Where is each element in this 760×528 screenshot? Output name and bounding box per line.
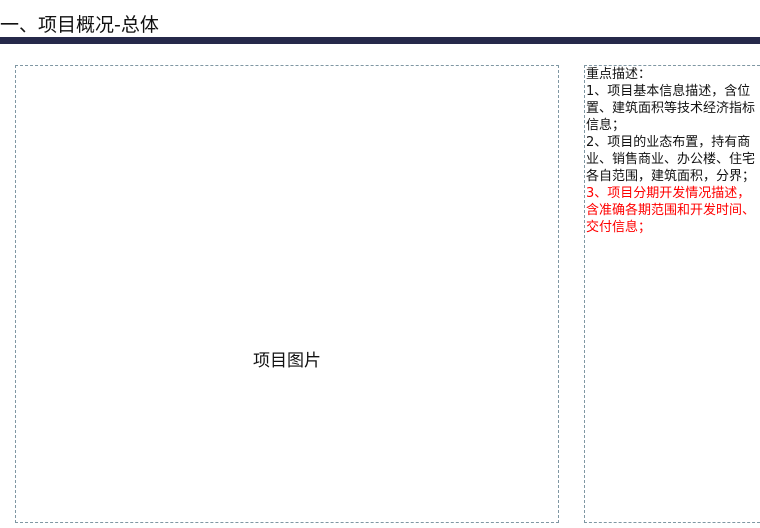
description-item-1: 1、项目基本信息描述，含位置、建筑面积等技术经济指标信息；: [586, 84, 756, 133]
description-item-2: 2、项目的业态布置，持有商业、销售商业、办公楼、住宅各自范围，建筑面积，分界；: [586, 135, 756, 184]
slide: 一、项目概况-总体 项目图片 重点描述： 1、项目基本信息描述，含位置、建筑面积…: [0, 0, 760, 528]
description-item-3: 3、项目分期开发情况描述，含准确各期范围和开发时间、交付信息；: [586, 186, 756, 235]
title-underline-bar: [0, 37, 760, 44]
description-heading: 重点描述：: [586, 67, 652, 82]
image-placeholder-label: 项目图片: [253, 351, 321, 371]
project-image-placeholder: 项目图片: [15, 65, 559, 523]
description-text: 重点描述： 1、项目基本信息描述，含位置、建筑面积等技术经济指标信息； 2、项目…: [586, 66, 760, 236]
page-title: 一、项目概况-总体: [0, 14, 159, 36]
